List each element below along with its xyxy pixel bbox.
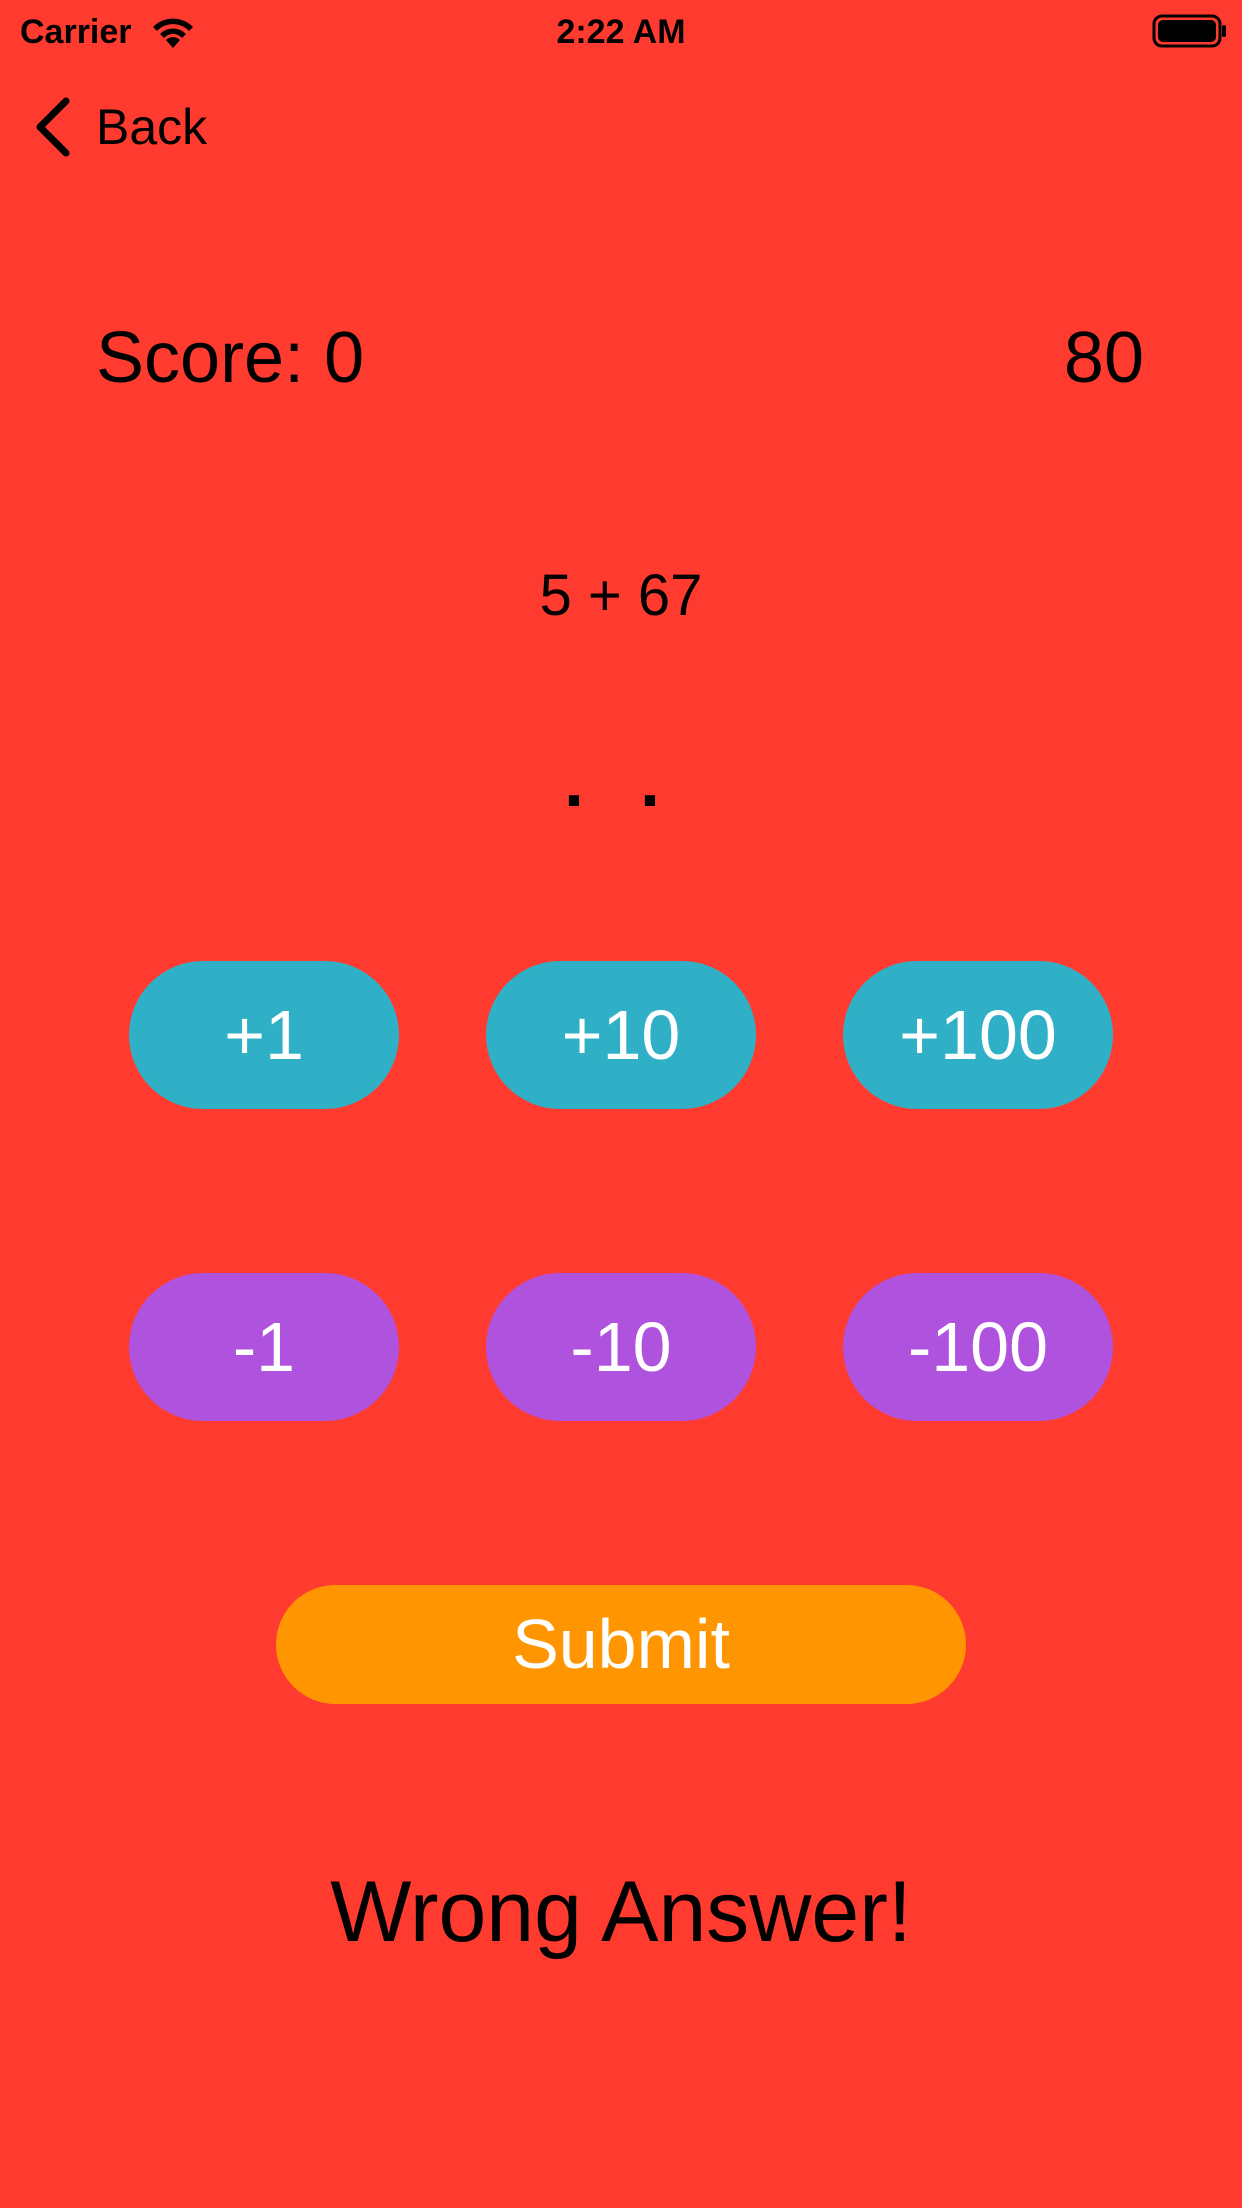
- submit-button[interactable]: Submit: [276, 1585, 966, 1704]
- minus-1-button[interactable]: -1: [129, 1273, 399, 1421]
- battery-icon: [1152, 14, 1226, 48]
- game-screen: Carrier 2:22 AM Back Score: 0 80 5 + 67 …: [0, 0, 1242, 2208]
- status-bar: Carrier 2:22 AM: [0, 0, 1242, 64]
- timer-label: 80: [1063, 318, 1144, 398]
- result-message: Wrong Answer!: [330, 1864, 912, 1960]
- plus-1-button[interactable]: +1: [129, 961, 399, 1109]
- chevron-left-icon: [36, 97, 70, 157]
- plus-10-button[interactable]: +10: [486, 961, 756, 1109]
- math-problem: 5 + 67: [539, 563, 703, 628]
- minus-10-button[interactable]: -10: [486, 1273, 756, 1421]
- plus-100-button[interactable]: +100: [843, 961, 1113, 1109]
- status-time: 2:22 AM: [556, 13, 686, 51]
- minus-100-button[interactable]: -100: [843, 1273, 1113, 1421]
- back-button[interactable]: Back: [34, 92, 207, 162]
- back-label: Back: [96, 99, 208, 155]
- score-label: Score: 0: [96, 318, 365, 398]
- answer-display: . .: [563, 742, 678, 822]
